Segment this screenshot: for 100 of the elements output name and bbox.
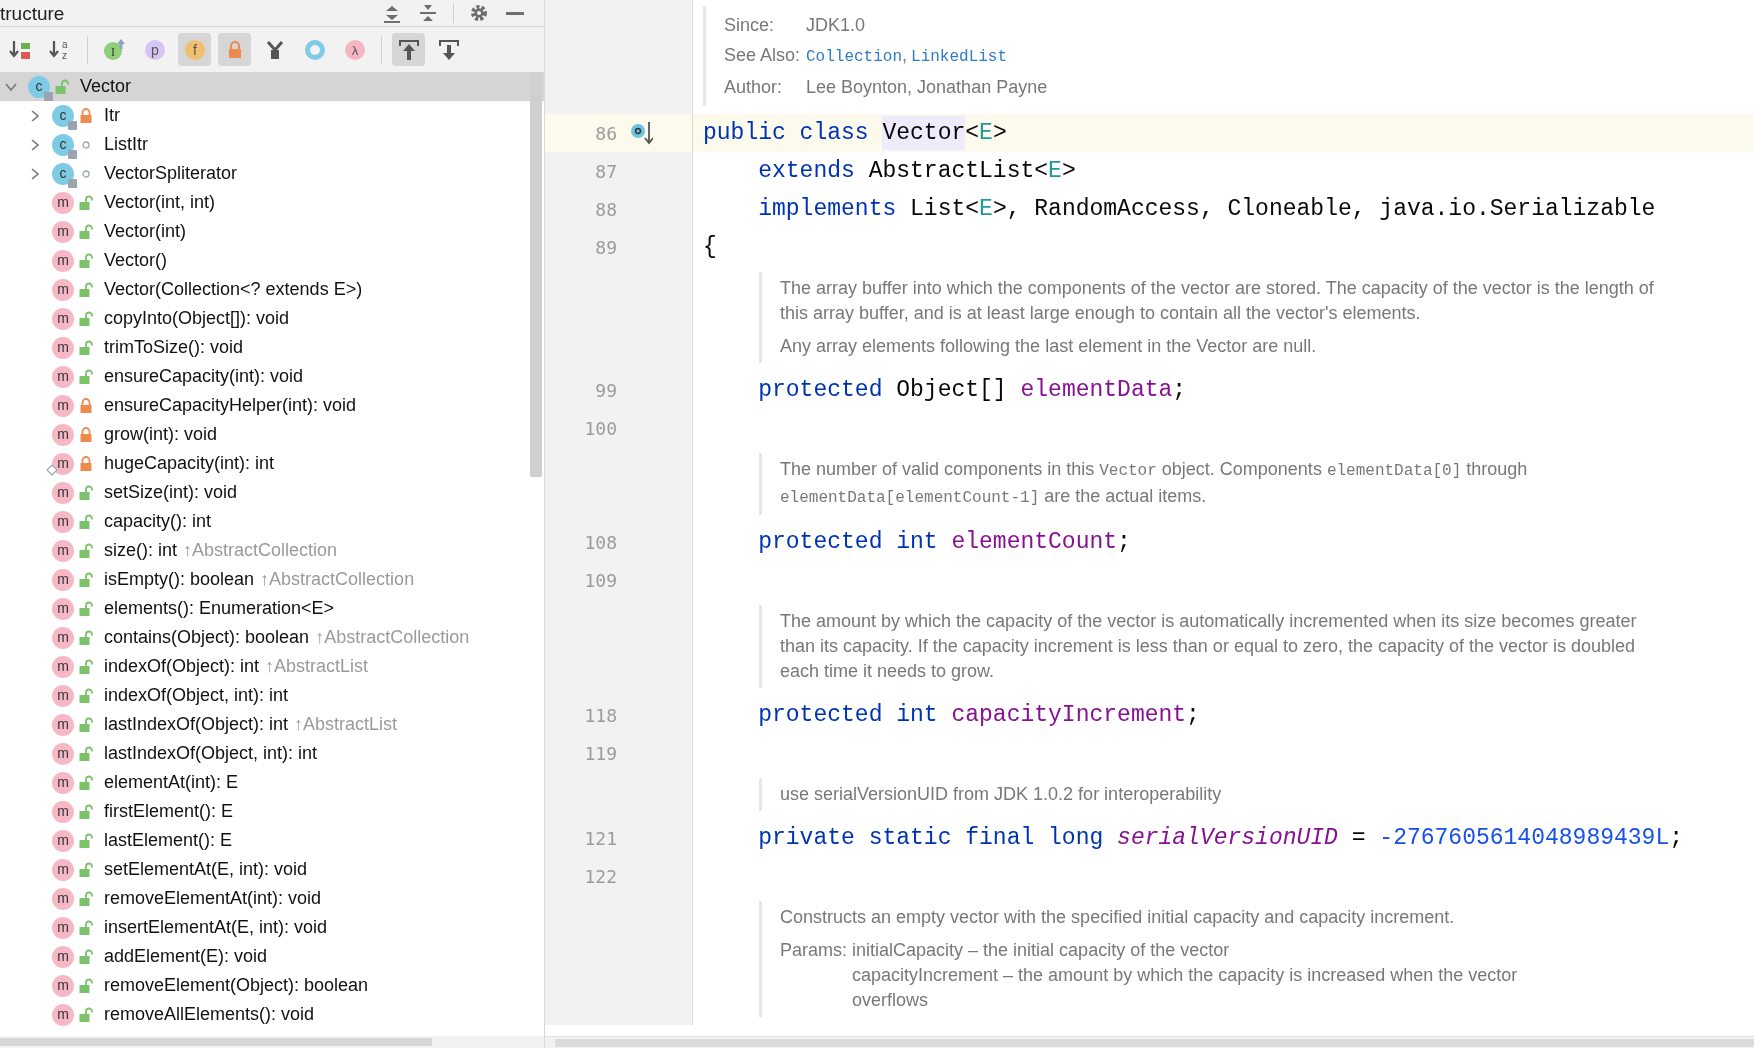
method-icon: m	[52, 974, 74, 997]
item-label: lastIndexOf(Object, int): int	[104, 742, 318, 765]
tree-item[interactable]: m lastIndexOf(Object): int ↑AbstractList	[0, 710, 544, 739]
doc-link[interactable]: LinkedList	[911, 48, 1008, 66]
collapse-all-button[interactable]	[417, 2, 439, 24]
item-label: capacity(): int	[104, 510, 212, 533]
line-number: 121	[583, 826, 617, 851]
inherited-from-label: ↑AbstractCollection	[260, 568, 415, 591]
tree-item[interactable]: m indexOf(Object, int): int	[0, 681, 544, 710]
method-icon: m	[52, 655, 74, 678]
settings-button[interactable]	[468, 2, 490, 24]
tree-item[interactable]: m removeElementAt(int): void	[0, 884, 544, 913]
tree-item[interactable]: m indexOf(Object): int ↑AbstractList	[0, 652, 544, 681]
method-icon: m	[52, 829, 74, 852]
method-icon: m	[52, 1003, 74, 1026]
line-number: 99	[594, 378, 617, 403]
tree-item[interactable]: m lastElement(): E	[0, 826, 544, 855]
tree-item[interactable]: m removeElement(Object): boolean	[0, 971, 544, 1000]
method-icon: m	[52, 336, 74, 359]
item-label: Vector(int)	[104, 220, 187, 243]
scroll-to-source-button[interactable]	[392, 33, 425, 66]
tree-item[interactable]: m elements(): Enumeration<E>	[0, 594, 544, 623]
method-icon: m	[52, 771, 74, 794]
tree-item[interactable]: m trimToSize(): void	[0, 333, 544, 362]
tree-item[interactable]: m setElementAt(E, int): void	[0, 855, 544, 884]
tree-item[interactable]: m Vector(Collection<? extends E>)	[0, 275, 544, 304]
tree-item[interactable]: c Itr	[0, 101, 544, 130]
scrollbar-thumb[interactable]	[530, 72, 542, 477]
tree-item[interactable]: m Vector()	[0, 246, 544, 275]
method-icon: m	[52, 278, 74, 301]
item-label: copyInto(Object[]): void	[104, 307, 290, 330]
tree-item[interactable]: m elementAt(int): E	[0, 768, 544, 797]
inherited-from-label: ↑AbstractList	[265, 655, 369, 678]
tree-item[interactable]: m hugeCapacity(int): int	[0, 449, 544, 478]
scroll-to-source-icon	[397, 38, 420, 61]
implemented-marker-icon[interactable]	[629, 120, 653, 146]
item-label: addElement(E): void	[104, 945, 268, 968]
item-label: trimToSize(): void	[104, 336, 244, 359]
method-icon: m	[52, 307, 74, 330]
tree-item[interactable]: m isEmpty(): boolean ↑AbstractCollection	[0, 565, 544, 594]
doc-link[interactable]: Collection	[806, 48, 902, 66]
doc-tag-label: Author:	[724, 76, 784, 99]
settings-icon	[470, 3, 488, 23]
expand-all-icon	[383, 3, 401, 23]
item-label: removeAllElements(): void	[104, 1003, 315, 1026]
method-icon: m	[52, 626, 74, 649]
tree-item[interactable]: m ensureCapacityHelper(int): void	[0, 391, 544, 420]
tree-item[interactable]: c ListItr	[0, 130, 544, 159]
doc-text: Constructs an empty vector with the specified initial capacity and capacity increment.	[780, 906, 1456, 929]
tree-item[interactable]: m size(): int ↑AbstractCollection	[0, 536, 544, 565]
line-number: 109	[583, 568, 617, 593]
item-label: lastElement(): E	[104, 829, 233, 852]
item-label: insertElementAt(E, int): void	[104, 916, 328, 939]
doc-text: use serialVersionUID from JDK 1.0.2 for interoperability	[780, 783, 1223, 806]
method-icon: m	[52, 481, 74, 504]
line-number: 100	[583, 416, 617, 441]
tree-item[interactable]: m addElement(E): void	[0, 942, 544, 971]
tree-item[interactable]: m removeAllElements(): void	[0, 1000, 544, 1029]
method-icon: m	[52, 510, 74, 533]
item-label: ensureCapacity(int): void	[104, 365, 304, 388]
item-label: grow(int): void	[104, 423, 218, 446]
tree-item[interactable]: m capacity(): int	[0, 507, 544, 536]
line-number: 86	[594, 121, 617, 146]
method-icon: m	[52, 452, 74, 475]
tree-item[interactable]: m firstElement(): E	[0, 797, 544, 826]
item-label: setElementAt(E, int): void	[104, 858, 308, 881]
doc-tag-value: Lee Boynton, Jonathan Payne	[806, 76, 1048, 99]
class-icon: c	[52, 104, 74, 127]
item-label: hugeCapacity(int): int	[104, 452, 275, 475]
doc-tag-label: Params:	[780, 939, 849, 962]
scrollbar-thumb[interactable]	[0, 1038, 432, 1046]
item-label: removeElement(Object): boolean	[104, 974, 369, 997]
item-label: VectorSpliterator	[104, 162, 238, 185]
line-number: 119	[583, 741, 617, 766]
tree-item[interactable]: m ensureCapacity(int): void	[0, 362, 544, 391]
tree-item[interactable]: m grow(int): void	[0, 420, 544, 449]
tree-item[interactable]: c VectorSpliterator	[0, 159, 544, 188]
doc-text: Any array elements following the last element in the Vector are null.	[780, 335, 1318, 358]
tree-item[interactable]: m contains(Object): boolean ↑AbstractCollection	[0, 623, 544, 652]
tree-item[interactable]: m Vector(int)	[0, 217, 544, 246]
inherited-from-label: ↑AbstractCollection	[183, 539, 338, 562]
sort-by-visibility-icon	[8, 38, 33, 61]
tree-item[interactable]: m insertElementAt(E, int): void	[0, 913, 544, 942]
item-label: elementAt(int): E	[104, 771, 239, 794]
class-icon: c	[52, 162, 74, 185]
method-icon: m	[52, 945, 74, 968]
tree-item[interactable]: c Vector	[0, 72, 544, 101]
tree-item[interactable]: m setSize(int): void	[0, 478, 544, 507]
tree-item[interactable]: m copyInto(Object[]): void	[0, 304, 544, 333]
tree-item[interactable]: m lastIndexOf(Object, int): int	[0, 739, 544, 768]
item-label: size(): int	[104, 539, 177, 562]
code-line: protected int capacityIncrement;	[757, 700, 1201, 730]
method-icon: m	[52, 423, 74, 446]
doc-text: The number of valid components in this Vector object. Components elementData[0] through elementData[elementCount-1] are the actual items.	[780, 458, 1529, 509]
method-icon: m	[52, 568, 74, 591]
tree-item[interactable]: m Vector(int, int)	[0, 188, 544, 217]
method-icon: m	[52, 858, 74, 881]
line-number: 89	[594, 235, 617, 260]
item-label: Itr	[104, 104, 120, 127]
minimize-icon	[506, 11, 524, 15]
